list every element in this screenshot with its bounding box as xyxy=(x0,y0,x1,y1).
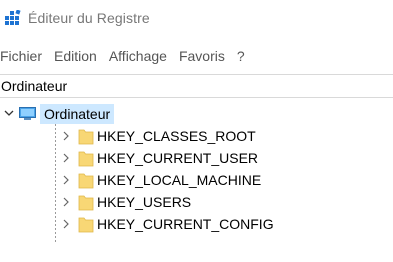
folder-icon xyxy=(78,151,94,167)
menu-favoris[interactable]: Favoris xyxy=(173,48,231,64)
folder-icon xyxy=(78,129,94,145)
chevron-right-icon[interactable] xyxy=(62,219,70,229)
chevron-down-icon[interactable] xyxy=(4,108,14,118)
menu-fichier[interactable]: Fichier xyxy=(0,48,48,64)
window-title: Éditeur du Registre xyxy=(28,10,150,26)
tree-item-label[interactable]: HKEY_CURRENT_CONFIG xyxy=(97,214,274,234)
chevron-right-icon[interactable] xyxy=(62,197,70,207)
chevron-right-icon[interactable] xyxy=(62,175,70,185)
tree-item-hkcc[interactable]: HKEY_CURRENT_CONFIG xyxy=(0,213,393,235)
tree-item-hklm[interactable]: HKEY_LOCAL_MACHINE xyxy=(0,169,393,191)
computer-icon xyxy=(19,107,36,120)
tree-item-label[interactable]: HKEY_CURRENT_USER xyxy=(97,148,258,168)
menu-bar: Fichier Edition Affichage Favoris ? xyxy=(0,44,393,68)
tree-root-label[interactable]: Ordinateur xyxy=(40,104,115,124)
menu-affichage[interactable]: Affichage xyxy=(103,48,173,64)
tree-item-hkcr[interactable]: HKEY_CLASSES_ROOT xyxy=(0,125,393,147)
menu-edition[interactable]: Edition xyxy=(48,48,103,64)
tree-item-hku[interactable]: HKEY_USERS xyxy=(0,191,393,213)
tree-root-ordinateur[interactable]: Ordinateur xyxy=(0,104,170,124)
tree-item-label[interactable]: HKEY_CLASSES_ROOT xyxy=(97,126,256,146)
menu-help[interactable]: ? xyxy=(231,48,251,64)
tree-item-label[interactable]: HKEY_LOCAL_MACHINE xyxy=(97,170,261,190)
chevron-right-icon[interactable] xyxy=(62,153,70,163)
chevron-right-icon[interactable] xyxy=(62,131,70,141)
folder-icon xyxy=(78,217,94,233)
address-value[interactable]: Ordinateur xyxy=(0,78,67,94)
tree-item-hkcu[interactable]: HKEY_CURRENT_USER xyxy=(0,147,393,169)
address-bar[interactable]: Ordinateur xyxy=(0,74,393,98)
tree-item-label[interactable]: HKEY_USERS xyxy=(97,192,191,212)
folder-icon xyxy=(78,195,94,211)
regedit-icon xyxy=(5,10,21,25)
title-bar: Éditeur du Registre xyxy=(0,0,393,36)
folder-icon xyxy=(78,173,94,189)
